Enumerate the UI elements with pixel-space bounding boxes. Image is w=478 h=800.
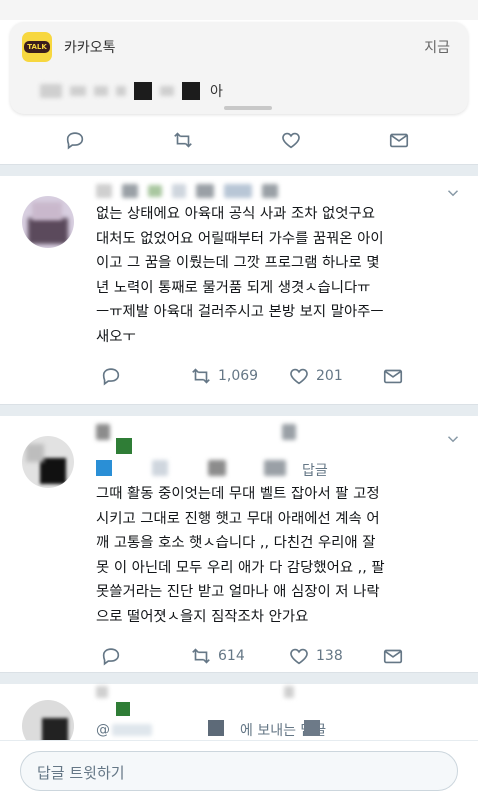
compose-bar: 답글 트윗하기 <box>0 740 478 800</box>
reply-label: 답글 <box>302 463 328 479</box>
retweet-icon <box>192 368 210 384</box>
notification-time: 지금 <box>424 40 450 56</box>
redacted-block <box>264 460 286 476</box>
tweet-text-line: 그때 활동 중이엇는데 무대 벨트 잡아서 팔 고정 <box>96 486 380 502</box>
tweet-text-line: 대처도 없었어요 어릴때부터 가수를 꿈꿔온 아이 <box>96 230 384 247</box>
reply-icon[interactable] <box>100 356 122 396</box>
reply-compose-input[interactable]: 답글 트윗하기 <box>20 751 458 791</box>
tweet-actions: 1,069 201 <box>0 356 478 396</box>
redacted-block <box>172 184 186 198</box>
notification-message-tail: 아 <box>210 84 223 100</box>
avatar[interactable] <box>22 196 74 248</box>
tweet-3[interactable]: @ 에 보내는 답글 <box>0 684 478 752</box>
compose-placeholder: 답글 트윗하기 <box>37 764 125 782</box>
reply-icon[interactable] <box>100 636 122 676</box>
retweet-count: 1,069 <box>218 368 259 384</box>
redacted-block <box>96 686 108 698</box>
redacted-block <box>96 460 112 476</box>
tweet-author-redacted: 답글 <box>96 420 456 480</box>
like-icon <box>290 648 308 665</box>
tweet-separator <box>0 164 478 176</box>
redacted-block <box>96 424 110 440</box>
redacted-block <box>224 184 252 198</box>
retweet-icon <box>192 648 210 664</box>
redacted-block <box>116 702 130 716</box>
redacted-block <box>152 460 168 476</box>
dm-mail-icon[interactable] <box>382 356 404 396</box>
tweet-text-line: 이고 그 꿈을 이뤘는데 그깟 프로그램 하나로 몇 <box>96 255 380 271</box>
notification-drag-handle[interactable] <box>224 106 272 110</box>
like-count: 138 <box>316 648 343 664</box>
redacted-block <box>262 184 278 198</box>
redacted-block <box>40 84 62 98</box>
dm-mail-icon[interactable] <box>382 636 404 676</box>
redacted-block <box>208 720 224 736</box>
tweet-text-line: 시키고 그대로 진행 햇고 무대 아래에선 계속 어 <box>96 510 380 527</box>
retweet-icon[interactable] <box>172 120 194 160</box>
tweet-text-line: ㅡㅠ제발 아육대 걸러주시고 본방 보지 말아주ㅡ <box>96 304 384 320</box>
redacted-block <box>96 184 112 198</box>
kakaotalk-app-icon: TALK <box>22 32 52 62</box>
redacted-block <box>208 460 226 476</box>
reply-mention-prefix: @ <box>96 722 110 738</box>
chevron-down-icon[interactable] <box>444 430 462 448</box>
redacted-block <box>196 184 214 198</box>
retweet-button[interactable]: 614 <box>190 636 245 676</box>
tweet-author-redacted <box>96 180 278 202</box>
redacted-block <box>134 82 152 100</box>
tweet-text-line: 년 노력이 통째로 물거품 되게 생겻ㅅ습니다ㅠ <box>96 279 371 296</box>
tweet-1[interactable]: 없는 상태에요 아육대 공식 사과 조차 없엇구요 대처도 없었어요 어릴때부터… <box>0 176 478 400</box>
tweet-2[interactable]: 답글 그때 활동 중이엇는데 무대 벨트 잡아서 팔 고정 시키고 그대로 진행… <box>0 416 478 680</box>
like-button[interactable]: 201 <box>288 356 343 396</box>
redacted-block <box>304 720 320 736</box>
tweet-separator <box>0 404 478 416</box>
tweet-text-line: 으로 떨어졋ㅅ을지 짐작조차 안가요 <box>96 608 309 625</box>
retweet-button[interactable]: 1,069 <box>190 356 258 396</box>
tweet-actions: 614 138 <box>0 636 478 676</box>
kakaotalk-notification[interactable]: TALK 카카오톡 지금 아 <box>10 22 468 114</box>
redacted-block <box>160 86 174 96</box>
status-bar <box>0 0 478 20</box>
like-button[interactable]: 138 <box>288 636 343 676</box>
redacted-block <box>148 185 162 197</box>
like-icon <box>290 368 308 385</box>
avatar[interactable] <box>22 436 74 488</box>
dm-mail-icon[interactable] <box>388 120 410 160</box>
redacted-block <box>122 184 138 198</box>
tweet-text-line: 없는 상태에요 아육대 공식 사과 조차 없엇구요 <box>96 206 375 222</box>
tweet-text: 없는 상태에요 아육대 공식 사과 조차 없엇구요 대처도 없었어요 어릴때부터… <box>96 202 468 349</box>
like-icon[interactable] <box>280 120 302 160</box>
redacted-block <box>282 424 296 440</box>
redacted-block <box>94 86 108 96</box>
notification-message: 아 <box>40 80 223 102</box>
redacted-block <box>182 82 200 100</box>
redacted-block <box>116 438 132 454</box>
tweet-actions-top <box>0 120 478 160</box>
redacted-block <box>116 86 126 96</box>
tweet-separator <box>0 672 478 684</box>
redacted-block <box>112 724 152 736</box>
redacted-block <box>284 686 294 698</box>
tweet-text-line: 새오ㅜ <box>96 328 136 345</box>
like-count: 201 <box>316 368 343 384</box>
redacted-block <box>70 86 86 96</box>
tweet-text-line: 못 이 아닌데 모두 우리 애가 다 감당했어요 ,, 팔 <box>96 559 385 576</box>
chevron-down-icon[interactable] <box>444 184 462 202</box>
retweet-count: 614 <box>218 648 245 664</box>
reply-icon[interactable] <box>64 120 86 160</box>
tweet-text: 그때 활동 중이엇는데 무대 벨트 잡아서 팔 고정 시키고 그대로 진행 햇고… <box>96 482 468 629</box>
tweet-text-line: 못쓸거라는 진단 받고 얼마나 애 심장이 저 나락 <box>96 584 380 600</box>
notification-app-name: 카카오톡 <box>64 40 116 56</box>
kakaotalk-icon-label: TALK <box>24 41 50 53</box>
tweet-text-line: 깨 고통을 호소 햇ㅅ습니다 ,, 다친건 우리애 잘 <box>96 535 376 551</box>
